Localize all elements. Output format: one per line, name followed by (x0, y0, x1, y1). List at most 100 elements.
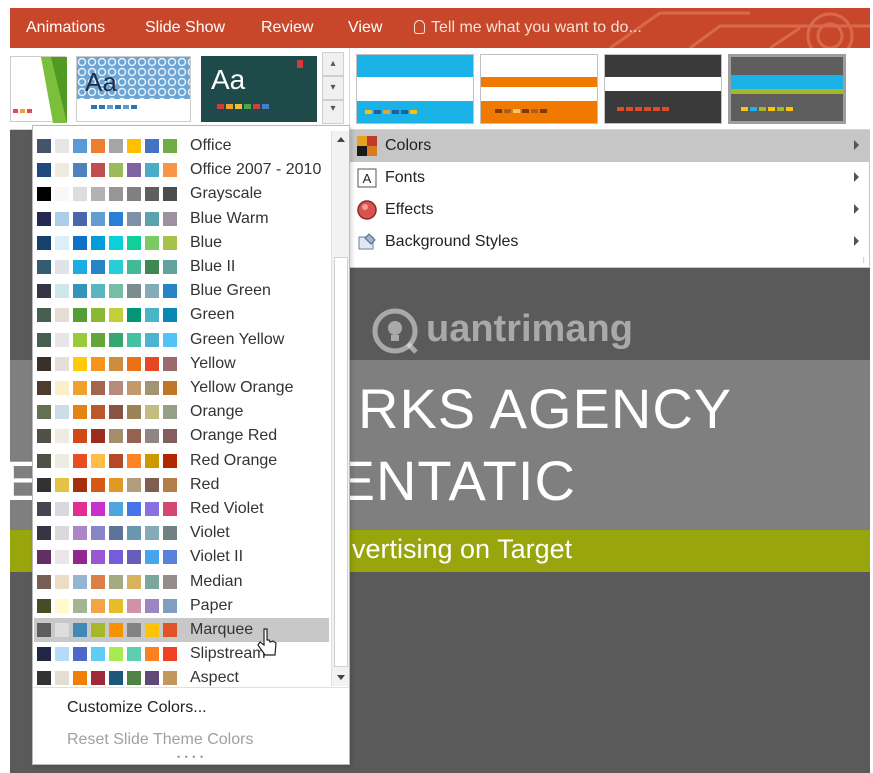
theme-thumb-dark[interactable]: Aa (201, 56, 317, 122)
color-swatch-strip (37, 356, 180, 371)
color-swatch-strip (37, 308, 180, 323)
color-scheme-item[interactable]: Red (34, 473, 329, 497)
menu-item-background-styles[interactable]: Background Styles (347, 227, 869, 258)
color-scheme-item[interactable]: Yellow (34, 352, 329, 376)
color-scheme-item[interactable]: Paper (34, 594, 329, 618)
menu-item-colors[interactable]: Colors (347, 131, 869, 162)
color-swatch (73, 405, 87, 420)
color-swatch (127, 502, 141, 516)
customize-colors-link[interactable]: Customize Colors... (67, 699, 207, 717)
color-swatch (127, 381, 141, 395)
color-scheme-item[interactable]: Blue Green (34, 279, 329, 303)
color-scheme-item[interactable]: Orange (34, 400, 329, 424)
color-scheme-item[interactable]: Orange Red (34, 424, 329, 448)
color-swatch (73, 623, 87, 637)
slide-title-line1[interactable]: RKS AGENCY (358, 376, 732, 441)
theme-thumb-facet[interactable] (10, 56, 67, 123)
color-scheme-label: Orange Red (190, 427, 278, 445)
color-swatch (91, 139, 105, 153)
variant-2-graphic (481, 77, 597, 123)
color-swatch (37, 647, 51, 662)
color-scheme-label: Orange (190, 403, 244, 421)
theme-thumb-label: Aa (85, 67, 117, 97)
color-swatch (91, 284, 105, 299)
color-scheme-item[interactable]: Yellow Orange (34, 376, 329, 400)
color-scheme-item[interactable]: Violet II (34, 545, 329, 569)
resize-grip-icon[interactable]: ⁝ (862, 256, 865, 265)
variant-1[interactable] (356, 54, 474, 124)
color-scheme-item[interactable]: Marquee (34, 618, 329, 642)
color-swatch (91, 260, 105, 274)
color-scheme-label: Red Violet (190, 500, 264, 517)
svg-text:A: A (363, 171, 372, 186)
mouse-cursor-icon (257, 628, 277, 656)
color-swatch (73, 187, 87, 202)
color-scheme-item[interactable]: Blue Warm (34, 207, 329, 231)
variant-3[interactable] (604, 54, 722, 124)
color-scheme-item[interactable]: Blue II (34, 255, 329, 279)
color-swatch (109, 574, 123, 589)
scrollbar-thumb[interactable] (334, 257, 348, 667)
color-scheme-item[interactable]: Green Yellow (34, 328, 329, 352)
color-swatch (37, 550, 51, 565)
color-swatch (55, 211, 69, 226)
color-scheme-label: Violet (190, 524, 230, 542)
dropdown-divider (33, 687, 349, 688)
theme-thumb-pattern[interactable]: Aa (76, 56, 191, 122)
color-swatch (109, 502, 123, 516)
color-swatch (55, 381, 69, 395)
dropdown-resize-grip[interactable]: • • • • (177, 752, 204, 762)
color-swatch (127, 187, 141, 202)
color-scheme-item[interactable]: Office 2007 - 2010 (34, 158, 329, 182)
color-swatch (91, 405, 105, 420)
color-swatch (55, 477, 69, 492)
gallery-scroll-down[interactable]: ▾ (322, 76, 344, 100)
color-swatch (163, 405, 177, 420)
color-swatch (109, 139, 123, 153)
color-swatch (145, 405, 159, 420)
color-scheme-item[interactable]: Red Violet (34, 497, 329, 521)
tab-review[interactable]: Review (261, 19, 313, 37)
menu-item-fonts[interactable]: A Fonts (347, 163, 869, 194)
color-scheme-item[interactable]: Slipstream (34, 642, 329, 666)
color-scheme-item[interactable]: Violet (34, 521, 329, 545)
tell-me-box[interactable]: Tell me what you want to do... (414, 19, 642, 37)
color-swatch (145, 356, 159, 371)
menu-item-effects[interactable]: Effects (347, 195, 869, 226)
variant-4-selected[interactable] (728, 54, 846, 124)
color-swatch (73, 284, 87, 299)
scroll-down-icon[interactable] (332, 668, 350, 686)
color-swatch (109, 308, 123, 323)
color-swatch (91, 308, 105, 323)
gallery-more-button[interactable]: ▾ (322, 100, 344, 124)
color-scheme-label: Grayscale (190, 185, 263, 203)
gallery-scroll-up[interactable]: ▴ (322, 52, 344, 76)
color-swatch (163, 187, 177, 202)
color-swatch (145, 574, 159, 589)
tab-view[interactable]: View (348, 19, 382, 37)
color-swatch-strip (37, 284, 180, 299)
color-scheme-item[interactable]: Blue (34, 231, 329, 255)
color-swatch-strip (37, 623, 180, 637)
color-scheme-label: Violet II (190, 548, 244, 566)
color-swatch (127, 235, 141, 250)
color-swatch (109, 260, 123, 274)
tab-slide-show[interactable]: Slide Show (145, 19, 225, 37)
color-scheme-item[interactable]: Grayscale (34, 182, 329, 206)
dropdown-scrollbar[interactable] (331, 131, 349, 686)
variant-3-graphic (605, 55, 721, 123)
variant-2[interactable] (480, 54, 598, 124)
slide-subtitle[interactable]: vertising on Target (352, 534, 572, 565)
color-scheme-item[interactable]: Green (34, 303, 329, 327)
color-scheme-item[interactable]: Office (34, 134, 329, 158)
color-swatch (163, 647, 177, 662)
color-swatch (145, 139, 159, 153)
color-swatch (37, 574, 51, 589)
color-swatch-strip (37, 574, 180, 589)
color-scheme-item[interactable]: Median (34, 570, 329, 594)
color-swatch-strip (37, 647, 180, 662)
color-swatch (55, 163, 69, 178)
color-scheme-item[interactable]: Red Orange (34, 449, 329, 473)
tab-animations[interactable]: Animations (26, 19, 105, 37)
scroll-up-icon[interactable] (332, 131, 350, 149)
